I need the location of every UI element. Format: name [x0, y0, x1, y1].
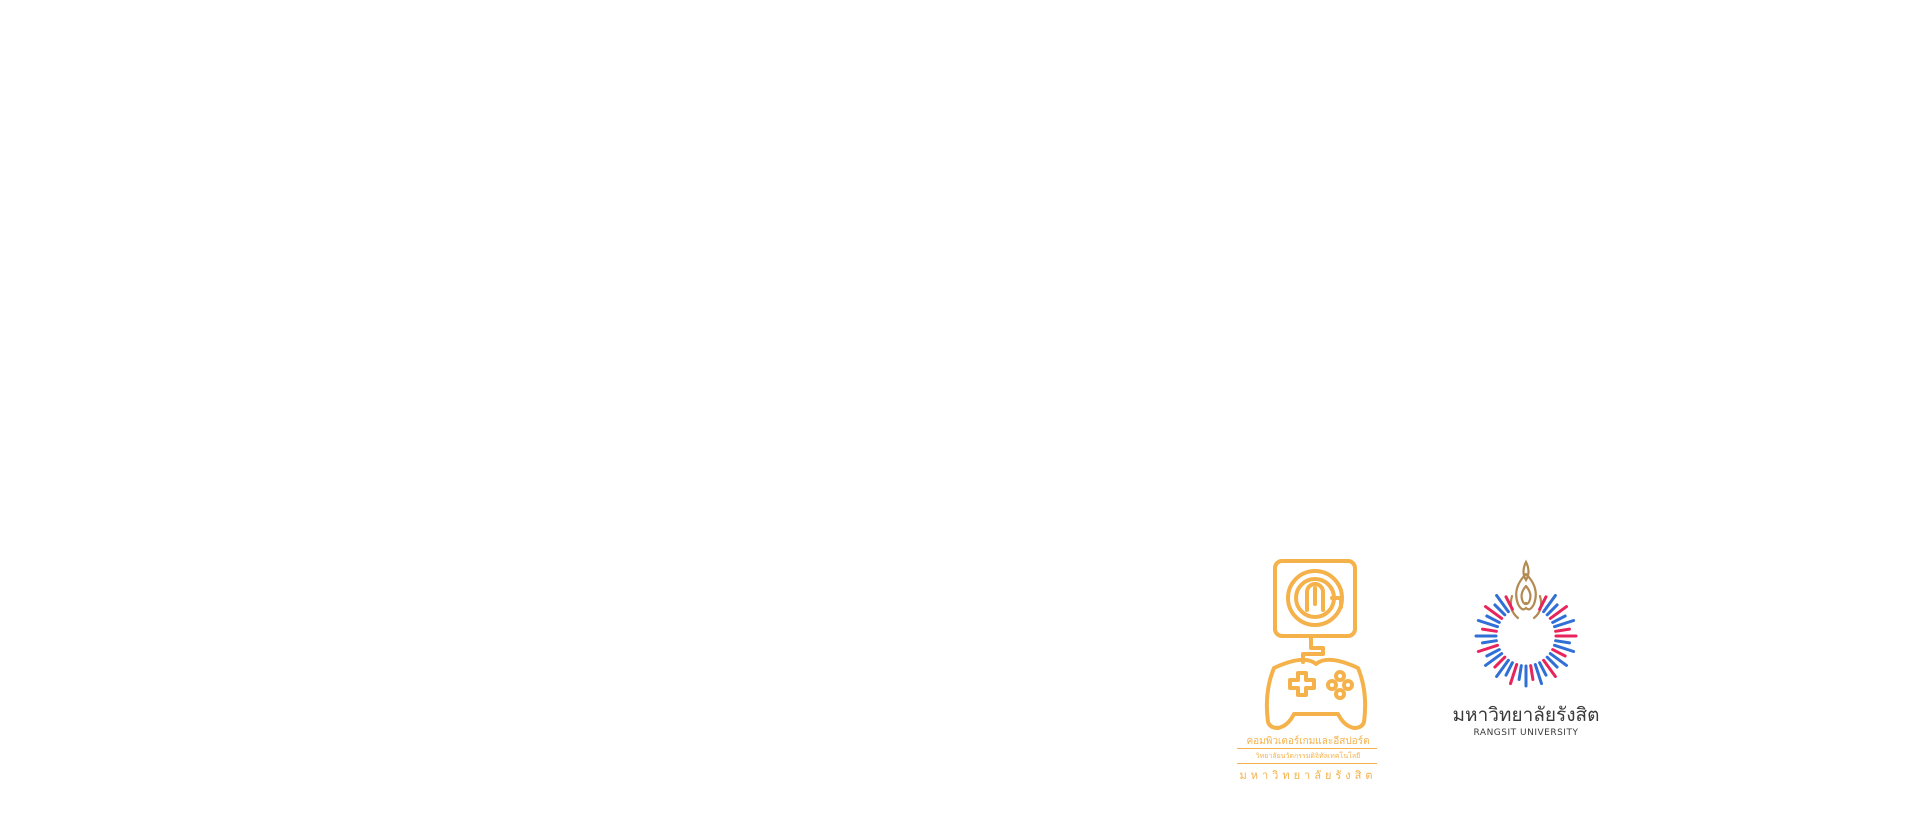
game-logo-caption-line3: มหาวิทยาลัยรังสิต [1239, 769, 1377, 782]
ru-emblem-ray [1517, 664, 1523, 681]
ru-emblem-ray [1481, 639, 1498, 645]
ru-name-thai: มหาวิทยาลัยรังสิต [1452, 704, 1600, 726]
ru-emblem-ray [1529, 664, 1535, 681]
game-esports-logo: คอมพิวเตอร์เกมและอีสปอร์ต วิทยาลัยนวัตกร… [1236, 558, 1398, 788]
game-logo-caption-line1: คอมพิวเตอร์เกมและอีสปอร์ต [1246, 736, 1370, 747]
game-logo-caption-line2: วิทยาลัยนวัตกรรมดิจิทัลเทคโนโลยี [1255, 752, 1361, 760]
ru-emblem-ray [1481, 627, 1498, 633]
game-logo-divider [1237, 763, 1377, 764]
rangsit-university-emblem-icon [1474, 559, 1578, 688]
game-controller-monitor-icon [1264, 559, 1368, 730]
ru-name-english: RANGSIT UNIVERSITY [1473, 728, 1579, 738]
rangsit-university-logo: มหาวิทยาลัยรังสิต RANGSIT UNIVERSITY [1440, 556, 1612, 746]
page: คอมพิวเตอร์เกมและอีสปอร์ต วิทยาลัยนวัตกร… [0, 0, 1920, 814]
ru-emblem-ray [1554, 627, 1571, 633]
game-logo-divider [1237, 748, 1377, 749]
ru-emblem-ray [1554, 639, 1571, 645]
